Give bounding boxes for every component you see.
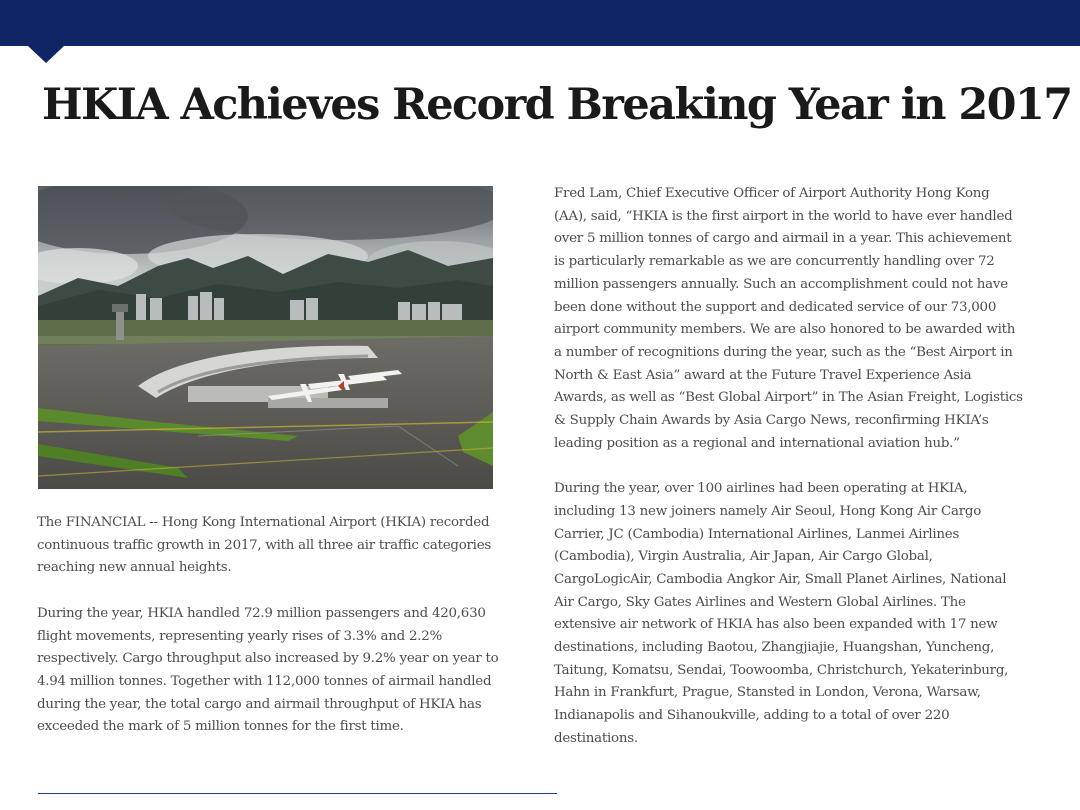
header-notch [28,46,64,63]
article-title: HKIA Achieves Record Breaking Year in 20… [42,80,1073,130]
header-bar [0,0,1080,46]
traffic-stats-paragraph: During the year, HKIA handled 72.9 milli… [37,605,499,735]
intro-paragraph: The FINANCIAL -- Hong Kong International… [37,515,492,576]
left-column: The FINANCIAL -- Hong Kong International… [37,512,499,739]
ceo-quote-paragraph: Fred Lam, Chief Executive Officer of Air… [554,186,1023,451]
bottom-divider [38,793,557,794]
right-column: Fred Lam, Chief Executive Officer of Air… [554,183,1024,751]
airport-aerial-photo [38,186,493,489]
airlines-paragraph: During the year, over 100 airlines had b… [554,481,1009,746]
